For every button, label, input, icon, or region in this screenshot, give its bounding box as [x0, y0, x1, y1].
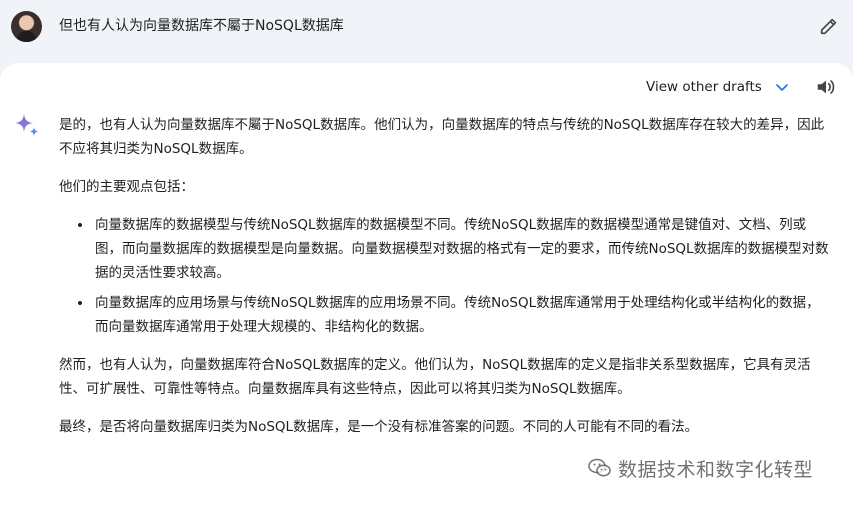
- response-paragraph-2: 他们的主要观点包括：: [59, 179, 194, 195]
- watermark-text: 数据技术和数字化转型: [618, 458, 814, 481]
- response-paragraph-4: 最终，是否将向量数据库归类为NoSQL数据库，是一个没有标准答案的问题。不同的人…: [59, 419, 699, 435]
- list-item: 向量数据库的应用场景与传统NoSQL数据库的应用场景不同。传统NoSQL数据库通…: [93, 291, 829, 339]
- user-prompt-row: 但也有人认为向量数据库不屬于NoSQL数据库: [0, 0, 853, 62]
- chevron-down-icon: [776, 84, 788, 91]
- view-other-drafts-button[interactable]: View other drafts: [646, 77, 790, 97]
- response-panel: View other drafts 是的，也有人认为向量数据库不屬于NoSQL数…: [0, 63, 853, 505]
- drafts-label: View other drafts: [646, 79, 762, 95]
- response-body: 是的，也有人认为向量数据库不屬于NoSQL数据库。他们认为，向量数据库的特点与传…: [59, 113, 829, 439]
- speaker-icon[interactable]: [815, 76, 837, 98]
- user-avatar: [11, 11, 42, 42]
- pencil-icon[interactable]: [818, 15, 840, 37]
- list-item: 向量数据库的数据模型与传统NoSQL数据库的数据模型不同。传统NoSQL数据库的…: [93, 213, 829, 285]
- wechat-icon: [588, 458, 611, 477]
- user-query-text: 但也有人认为向量数据库不屬于NoSQL数据库: [59, 18, 344, 34]
- watermark: 数据技术和数字化转型: [588, 455, 813, 481]
- response-paragraph-1: 是的，也有人认为向量数据库不屬于NoSQL数据库。他们认为，向量数据库的特点与传…: [59, 117, 825, 157]
- response-paragraph-3: 然而，也有人认为，向量数据库符合NoSQL数据库的定义。他们认为，NoSQL数据…: [59, 357, 811, 397]
- gemini-spark-icon: [15, 114, 39, 136]
- points-list: 向量数据库的数据模型与传统NoSQL数据库的数据模型不同。传统NoSQL数据库的…: [59, 213, 829, 339]
